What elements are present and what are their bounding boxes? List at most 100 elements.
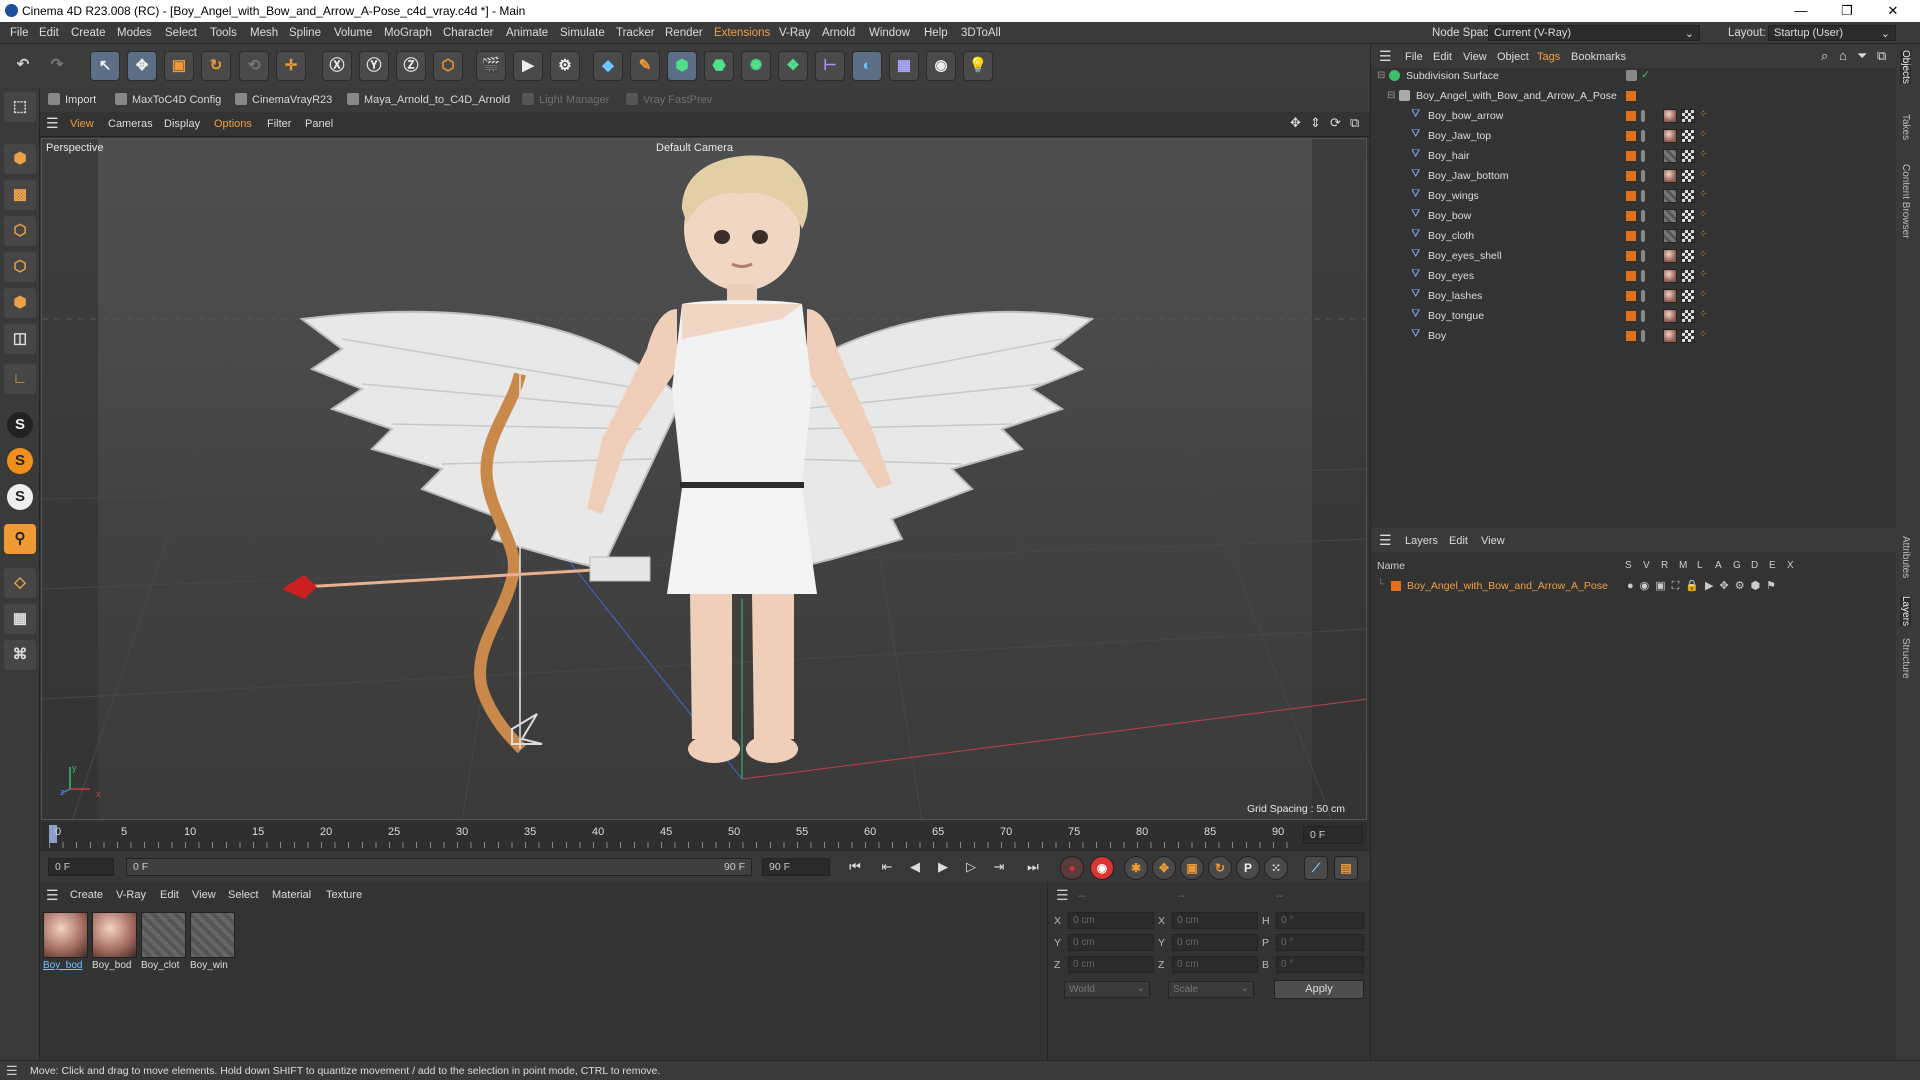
uv-mode-icon[interactable]: ◫ <box>4 324 36 354</box>
3d-viewport[interactable]: Perspective Default Camera Grid Spacing … <box>41 138 1367 820</box>
object-row[interactable]: ⛛ Boy_hair ⁘ <box>1371 146 1895 166</box>
hamburger-icon[interactable]: ☰ <box>1379 48 1392 65</box>
enabled-check-icon[interactable]: ✓ <box>1641 68 1652 81</box>
tab-objects[interactable]: Objects <box>1900 50 1911 84</box>
object-row[interactable]: ⛛ Boy ⁘ <box>1371 326 1895 346</box>
viewport-menu-filter[interactable]: Filter <box>267 118 291 130</box>
menu-tools[interactable]: Tools <box>210 27 237 39</box>
scale-mode-dropdown[interactable]: Scale ⌄ <box>1168 981 1254 998</box>
spline-pen-icon[interactable]: ✎ <box>630 51 660 81</box>
texture-tag-icon[interactable] <box>1681 229 1695 243</box>
obj-menu-bookmarks[interactable]: Bookmarks <box>1571 51 1626 63</box>
menu-simulate[interactable]: Simulate <box>560 27 605 39</box>
tab-content-browser[interactable]: Content Browser <box>1900 164 1911 238</box>
viewport-menu-view[interactable]: View <box>70 118 94 130</box>
vray-tag-icon[interactable]: ⁘ <box>1699 229 1710 240</box>
current-frame-field[interactable]: 0 F <box>48 858 114 876</box>
camera-icon[interactable]: ◉ <box>926 51 956 81</box>
mat-menu-vray[interactable]: V-Ray <box>116 889 146 901</box>
prev-frame-icon[interactable]: ◀ <box>904 857 926 877</box>
camera-label[interactable]: Default Camera <box>656 142 733 154</box>
material-tag-icon[interactable] <box>1663 229 1677 243</box>
vray-tag-icon[interactable]: ⁘ <box>1699 189 1710 200</box>
viewport-menu-display[interactable]: Display <box>164 118 200 130</box>
visibility-dots-icon[interactable] <box>1641 190 1645 202</box>
material-swatch[interactable] <box>190 912 235 958</box>
texture-tag-icon[interactable] <box>1681 329 1695 343</box>
texture-tag-icon[interactable] <box>1681 309 1695 323</box>
size-z-field[interactable]: 0 cm <box>1172 956 1258 973</box>
tab-attributes[interactable]: Attributes <box>1900 536 1911 578</box>
y-axis-lock-icon[interactable]: Ⓨ <box>359 51 389 81</box>
home-icon[interactable]: ⌂ <box>1839 48 1847 63</box>
visibility-dots-icon[interactable] <box>1641 270 1645 282</box>
snap-settings-icon[interactable]: S <box>7 448 33 474</box>
layer-menu-edit[interactable]: Edit <box>1449 535 1468 547</box>
texture-tag-icon[interactable] <box>1681 249 1695 263</box>
hamburger-icon[interactable]: ☰ <box>6 1063 18 1079</box>
coordinate-space-dropdown[interactable]: World ⌄ <box>1064 981 1150 998</box>
visibility-dots-icon[interactable] <box>1641 130 1645 142</box>
texture-tag-icon[interactable] <box>1681 109 1695 123</box>
vray-tag-icon[interactable]: ⁘ <box>1699 329 1710 340</box>
layer-name[interactable]: Boy_Angel_with_Bow_and_Arrow_A_Pose <box>1407 580 1608 592</box>
hamburger-icon[interactable]: ☰ <box>46 115 59 132</box>
menu-render[interactable]: Render <box>665 27 703 39</box>
texture-mode-icon[interactable]: ▩ <box>4 180 36 210</box>
texture-tag-icon[interactable] <box>1681 189 1695 203</box>
rotation-key-icon[interactable]: ↻ <box>1208 856 1232 880</box>
texture-tag-icon[interactable] <box>1681 149 1695 163</box>
object-row[interactable]: ⛛ Boy_lashes ⁘ <box>1371 286 1895 306</box>
material-tag-icon[interactable] <box>1663 329 1677 343</box>
menu-animate[interactable]: Animate <box>506 27 548 39</box>
material-tag-icon[interactable] <box>1663 269 1677 283</box>
menu-create[interactable]: Create <box>71 27 106 39</box>
material-swatch[interactable] <box>43 912 88 958</box>
object-row[interactable]: ⛛ Boy_cloth ⁘ <box>1371 226 1895 246</box>
subdivision-icon[interactable]: ⬢ <box>667 51 697 81</box>
mat-menu-view[interactable]: View <box>192 889 216 901</box>
end-frame-field[interactable]: 90 F <box>762 858 830 876</box>
size-x-field[interactable]: 0 cm <box>1172 912 1258 929</box>
vray-tag-icon[interactable]: ⁘ <box>1699 209 1710 220</box>
layer-row[interactable]: └ Boy_Angel_with_Bow_and_Arrow_A_Pose ●◉… <box>1371 576 1897 596</box>
plugin-import[interactable]: Import <box>48 93 96 106</box>
apply-button[interactable]: Apply <box>1274 980 1364 999</box>
material-swatch[interactable] <box>141 912 186 958</box>
position-x-field[interactable]: 0 cm <box>1068 912 1154 929</box>
menu-tracker[interactable]: Tracker <box>616 27 655 39</box>
extrude-icon[interactable]: ⬣ <box>704 51 734 81</box>
menu-select[interactable]: Select <box>165 27 197 39</box>
motion-clip-icon[interactable]: ⟋ <box>1304 856 1328 880</box>
menu-character[interactable]: Character <box>443 27 494 39</box>
vray-tag-icon[interactable]: ⁘ <box>1699 109 1710 120</box>
menu-window[interactable]: Window <box>869 27 910 39</box>
hamburger-icon[interactable]: ☰ <box>1379 532 1392 549</box>
redo-icon[interactable]: ↷ <box>42 51 72 81</box>
object-row[interactable]: ⛛ Boy_Jaw_top ⁘ <box>1371 126 1895 146</box>
obj-menu-view[interactable]: View <box>1463 51 1487 63</box>
visibility-dots-icon[interactable] <box>1641 110 1645 122</box>
layer-menu-layers[interactable]: Layers <box>1405 535 1438 547</box>
tab-layers[interactable]: Layers <box>1900 596 1911 627</box>
vray-tag-icon[interactable]: ⁘ <box>1699 249 1710 260</box>
mograph-cloner-icon[interactable]: ✺ <box>741 51 771 81</box>
edge-mode-icon[interactable]: ⬡ <box>4 252 36 282</box>
material-tag-icon[interactable] <box>1663 189 1677 203</box>
object-row[interactable]: ⛛ Boy_Jaw_bottom ⁘ <box>1371 166 1895 186</box>
texture-tag-icon[interactable] <box>1681 289 1695 303</box>
texture-tag-icon[interactable] <box>1681 269 1695 283</box>
vray-tag-icon[interactable]: ⁘ <box>1699 149 1710 160</box>
z-axis-lock-icon[interactable]: Ⓩ <box>396 51 426 81</box>
object-row[interactable]: ⛛ Boy_eyes_shell ⁘ <box>1371 246 1895 266</box>
minimize-button[interactable]: — <box>1778 0 1824 22</box>
rotate-view-icon[interactable]: ⟳ <box>1330 115 1341 131</box>
hamburger-icon[interactable]: ☰ <box>46 887 59 904</box>
position-key-icon[interactable]: ✥ <box>1152 856 1176 880</box>
object-row[interactable]: ⛛ Boy_bow_arrow ⁘ <box>1371 106 1895 126</box>
obj-menu-object[interactable]: Object <box>1497 51 1529 63</box>
make-editable-icon[interactable]: ⬚ <box>4 92 36 122</box>
timeline-window-icon[interactable]: ▤ <box>1334 856 1358 880</box>
menu-vray[interactable]: V-Ray <box>779 27 810 39</box>
viewport-menu-cameras[interactable]: Cameras <box>108 118 153 130</box>
